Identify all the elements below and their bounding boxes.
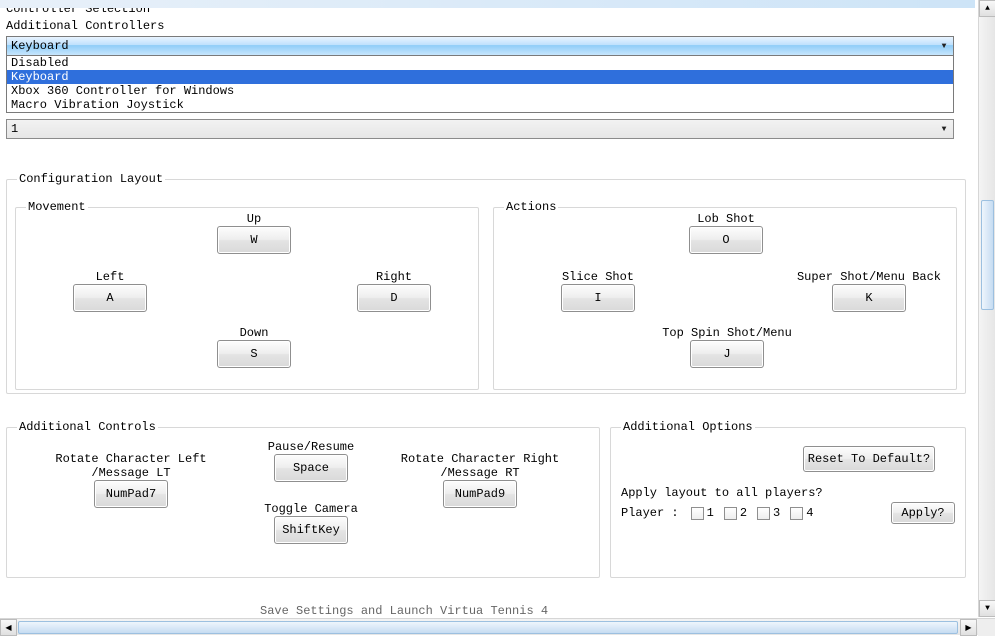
toggle-camera-label: Toggle Camera (251, 502, 371, 516)
pause-key-button[interactable]: Space (274, 454, 348, 482)
right-key-button[interactable]: D (357, 284, 431, 312)
scroll-left-icon[interactable]: ◀ (0, 619, 17, 636)
player-3-checkbox[interactable]: 3 (757, 506, 780, 520)
additional-controls-group: Additional Controls Rotate Character Lef… (6, 420, 600, 578)
player-index-value: 1 (11, 122, 18, 136)
controller-option-keyboard[interactable]: Keyboard (7, 70, 953, 84)
super-key-button[interactable]: K (832, 284, 906, 312)
player-2-checkbox[interactable]: 2 (724, 506, 747, 520)
additional-controllers-label: Additional Controllers (6, 19, 954, 33)
reset-to-default-button[interactable]: Reset To Default? (803, 446, 935, 472)
super-label: Super Shot/Menu Back (794, 270, 944, 284)
rotate-right-label: Rotate Character Right /Message RT (395, 452, 565, 480)
top-key-button[interactable]: J (690, 340, 764, 368)
additional-options-group: Additional Options Reset To Default? App… (610, 420, 966, 578)
player-4-checkbox[interactable]: 4 (790, 506, 813, 520)
configuration-layout-group: Configuration Layout Movement Up W Left … (6, 172, 966, 394)
controller-dropdown-list[interactable]: Disabled Keyboard Xbox 360 Controller fo… (6, 56, 954, 113)
down-label: Down (214, 326, 294, 340)
horizontal-scroll-thumb[interactable] (18, 621, 958, 634)
player-1-checkbox[interactable]: 1 (691, 506, 714, 520)
scroll-right-icon[interactable]: ▶ (960, 619, 977, 636)
scrollbar-corner (978, 619, 995, 636)
horizontal-scrollbar[interactable]: ◀ ▶ (0, 618, 995, 635)
left-label: Left (70, 270, 150, 284)
chevron-down-icon: ▼ (936, 38, 952, 54)
controller-option-disabled[interactable]: Disabled (7, 56, 953, 70)
toggle-camera-key-button[interactable]: ShiftKey (274, 516, 348, 544)
right-label: Right (354, 270, 434, 284)
actions-legend: Actions (504, 200, 558, 214)
apply-prompt: Apply layout to all players? (621, 486, 955, 500)
top-label: Top Spin Shot/Menu (652, 326, 802, 340)
controller-option-macro-vibration[interactable]: Macro Vibration Joystick (7, 98, 953, 112)
chevron-down-icon: ▼ (936, 121, 952, 137)
pause-label: Pause/Resume (251, 440, 371, 454)
down-key-button[interactable]: S (217, 340, 291, 368)
left-key-button[interactable]: A (73, 284, 147, 312)
scroll-down-icon[interactable]: ▼ (979, 600, 995, 617)
scroll-up-icon[interactable]: ▲ (979, 0, 995, 17)
lob-label: Lob Shot (666, 212, 786, 226)
lob-key-button[interactable]: O (689, 226, 763, 254)
additional-options-legend: Additional Options (621, 420, 755, 434)
slice-key-button[interactable]: I (561, 284, 635, 312)
actions-group: Actions Lob Shot O Slice Shot I Super Sh… (493, 200, 957, 390)
additional-controls-legend: Additional Controls (17, 420, 158, 434)
player-index-dropdown[interactable]: 1 ▼ (6, 119, 954, 139)
movement-legend: Movement (26, 200, 88, 214)
vertical-scrollbar[interactable]: ▲ ▼ (978, 0, 995, 617)
controller-dropdown-value: Keyboard (11, 39, 69, 53)
controller-dropdown[interactable]: Keyboard ▼ (6, 36, 954, 56)
configuration-layout-legend: Configuration Layout (17, 172, 165, 186)
apply-button[interactable]: Apply? (891, 502, 955, 524)
save-and-launch-button[interactable]: Save Settings and Launch Virtua Tennis 4 (260, 604, 548, 618)
movement-group: Movement Up W Left A Right D Down S (15, 200, 479, 390)
player-label: Player : (621, 506, 679, 520)
controller-option-xbox360[interactable]: Xbox 360 Controller for Windows (7, 84, 953, 98)
slice-label: Slice Shot (538, 270, 658, 284)
up-key-button[interactable]: W (217, 226, 291, 254)
vertical-scroll-thumb[interactable] (981, 200, 994, 310)
rotate-left-key-button[interactable]: NumPad7 (94, 480, 168, 508)
up-label: Up (214, 212, 294, 226)
rotate-right-key-button[interactable]: NumPad9 (443, 480, 517, 508)
rotate-left-label: Rotate Character Left /Message LT (51, 452, 211, 480)
